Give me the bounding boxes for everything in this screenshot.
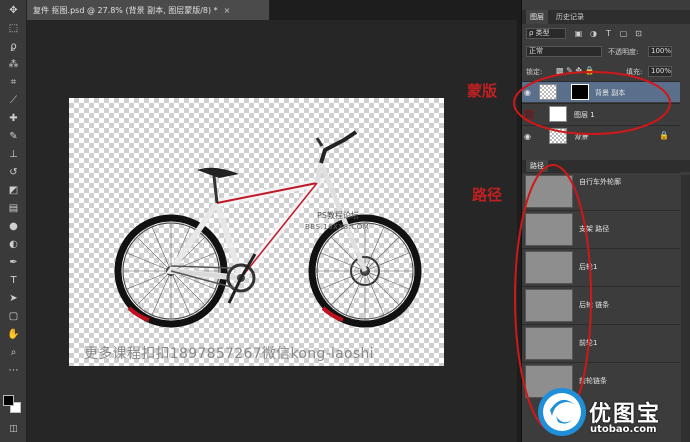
eyedropper-tool-icon[interactable]: ⟋ bbox=[5, 94, 22, 108]
pixel-filter-icon[interactable]: ▣ bbox=[574, 29, 583, 38]
path-row[interactable]: 支架 路径 bbox=[522, 210, 680, 247]
blur-tool-icon[interactable]: ● bbox=[5, 220, 22, 234]
image-canvas[interactable]: PS教程论坛 BBS.16XX8.COM 更多课程扣扣1897857267微信k… bbox=[69, 98, 444, 366]
layer-thumbnail bbox=[539, 84, 557, 100]
layer-name: 背景 bbox=[574, 133, 588, 141]
magic-wand-tool-icon[interactable]: ⁂ bbox=[5, 58, 22, 72]
path-selection-tool-icon[interactable]: ➤ bbox=[5, 292, 22, 306]
photoshop-window: ✥ ⬚ ϼ ⁂ ⌗ ⟋ ✚ ✎ ⊥ ↺ ◩ ▤ ● ◐ ✒ T ➤ ▢ ✋ ⌕ … bbox=[0, 0, 690, 442]
layer-filter-select[interactable]: ρ 类型 bbox=[526, 28, 566, 39]
mask-annotation-label: 蒙版 bbox=[467, 82, 498, 100]
document-tab[interactable]: 复件 抠图.psd @ 27.8% (背景 副本, 图层蒙版/8) * × bbox=[27, 0, 270, 20]
fill-field[interactable]: 100% bbox=[648, 66, 672, 77]
adjustment-filter-icon[interactable]: ◑ bbox=[589, 29, 598, 38]
visibility-eye-icon[interactable]: ◉ bbox=[524, 88, 534, 97]
lasso-tool-icon[interactable]: ϼ bbox=[5, 40, 22, 54]
opacity-field[interactable]: 100% bbox=[648, 46, 672, 57]
document-title: 复件 抠图.psd @ 27.8% (背景 副本, 图层蒙版/8) * bbox=[33, 5, 218, 15]
pen-tool-icon[interactable]: ✒ bbox=[5, 256, 22, 270]
eraser-tool-icon[interactable]: ◩ bbox=[5, 184, 22, 198]
path-name: 后轮1 bbox=[579, 263, 598, 271]
path-row[interactable]: 后轮 链条 bbox=[522, 286, 680, 323]
path-thumbnail bbox=[525, 251, 573, 284]
layer-row-background-copy[interactable]: ◉ 背景 副本 bbox=[522, 81, 680, 102]
layer-thumbnail bbox=[549, 106, 567, 122]
layer-mask-thumbnail[interactable] bbox=[571, 84, 589, 100]
forum-watermark: PS教程论坛 bbox=[317, 211, 359, 220]
layer-name: 图层 1 bbox=[574, 111, 595, 119]
url-watermark: BBS.16XX8.COM bbox=[305, 223, 370, 231]
marquee-tool-icon[interactable]: ⬚ bbox=[5, 22, 22, 36]
utobao-logo-icon bbox=[538, 388, 586, 436]
layer-name: 背景 副本 bbox=[595, 89, 626, 97]
path-thumbnail bbox=[525, 213, 573, 246]
right-panels: 图层 历史记录 ρ 类型 ▣ ◑ T ▢ ⊡ 正常 不透明度: 100% 锁定:… bbox=[521, 0, 690, 442]
hand-tool-icon[interactable]: ✋ bbox=[5, 328, 22, 342]
tab-paths[interactable]: 路径 bbox=[526, 160, 548, 172]
tab-history[interactable]: 历史记录 bbox=[552, 10, 588, 24]
paths-annotation-label: 路径 bbox=[472, 186, 503, 204]
path-name: 支架 路径 bbox=[579, 225, 610, 233]
layer-row-layer-1[interactable]: 图层 1 bbox=[522, 103, 680, 124]
path-thumbnail bbox=[525, 289, 573, 322]
move-tool-icon[interactable]: ✥ bbox=[5, 4, 22, 18]
paths-scrollbar[interactable] bbox=[681, 175, 690, 442]
paths-panel-header: 路径 bbox=[522, 160, 690, 172]
tab-layers[interactable]: 图层 bbox=[526, 10, 548, 24]
layer-row-background[interactable]: ◉ 背景 🔒 bbox=[522, 125, 680, 146]
clone-stamp-tool-icon[interactable]: ⊥ bbox=[5, 148, 22, 162]
shape-filter-icon[interactable]: ▢ bbox=[619, 29, 628, 38]
brush-tool-icon[interactable]: ✎ bbox=[5, 130, 22, 144]
path-name: 自行车外轮廓 bbox=[579, 178, 621, 186]
blend-mode-select[interactable]: 正常 bbox=[526, 46, 602, 57]
gradient-tool-icon[interactable]: ▤ bbox=[5, 202, 22, 216]
path-row[interactable]: 前轮1 bbox=[522, 324, 680, 361]
path-thumbnail bbox=[525, 327, 573, 360]
zoom-tool-icon[interactable]: ⌕ bbox=[5, 346, 22, 360]
layers-panel-tabs: 图层 历史记录 bbox=[522, 10, 690, 24]
smart-object-filter-icon[interactable]: ⊡ bbox=[634, 29, 643, 38]
lock-pixels-icon[interactable]: ▩ ✎ ✥ 🔒 bbox=[556, 66, 595, 75]
contact-watermark: 更多课程扣扣1897857267微信kong-laoshi bbox=[84, 346, 374, 362]
opacity-label: 不透明度: bbox=[608, 48, 639, 56]
fill-label: 填充: bbox=[626, 68, 643, 76]
path-name: 前轮链条 bbox=[579, 377, 607, 385]
path-name: 前轮1 bbox=[579, 339, 598, 347]
bicycle-image bbox=[114, 130, 422, 328]
crop-tool-icon[interactable]: ⌗ bbox=[5, 76, 22, 90]
path-row[interactable]: 自行车外轮廓 bbox=[522, 172, 680, 209]
type-filter-icon[interactable]: T bbox=[604, 29, 613, 38]
type-tool-icon[interactable]: T bbox=[5, 274, 22, 288]
foreground-color-swatch[interactable] bbox=[3, 395, 14, 406]
layer-thumbnail bbox=[549, 128, 567, 144]
healing-tool-icon[interactable]: ✚ bbox=[5, 112, 22, 126]
path-thumbnail bbox=[525, 175, 573, 208]
close-tab-icon[interactable]: × bbox=[224, 6, 231, 15]
extra-tools-icon[interactable]: ⋯ bbox=[5, 364, 22, 378]
path-row[interactable]: 后轮1 bbox=[522, 248, 680, 285]
path-name: 后轮 链条 bbox=[579, 301, 610, 309]
hidden-eye-icon[interactable] bbox=[524, 110, 534, 119]
lock-icon: 🔒 bbox=[659, 131, 669, 140]
dodge-tool-icon[interactable]: ◐ bbox=[5, 238, 22, 252]
visibility-eye-icon[interactable]: ◉ bbox=[524, 132, 534, 141]
shape-tool-icon[interactable]: ▢ bbox=[5, 310, 22, 324]
brand-url: utobao.com bbox=[590, 424, 657, 435]
quick-mask-icon[interactable]: ◫ bbox=[5, 422, 22, 436]
history-brush-tool-icon[interactable]: ↺ bbox=[5, 166, 22, 180]
lock-label: 锁定: bbox=[526, 68, 543, 76]
tools-panel: ✥ ⬚ ϼ ⁂ ⌗ ⟋ ✚ ✎ ⊥ ↺ ◩ ▤ ● ◐ ✒ T ➤ ▢ ✋ ⌕ … bbox=[0, 0, 27, 442]
